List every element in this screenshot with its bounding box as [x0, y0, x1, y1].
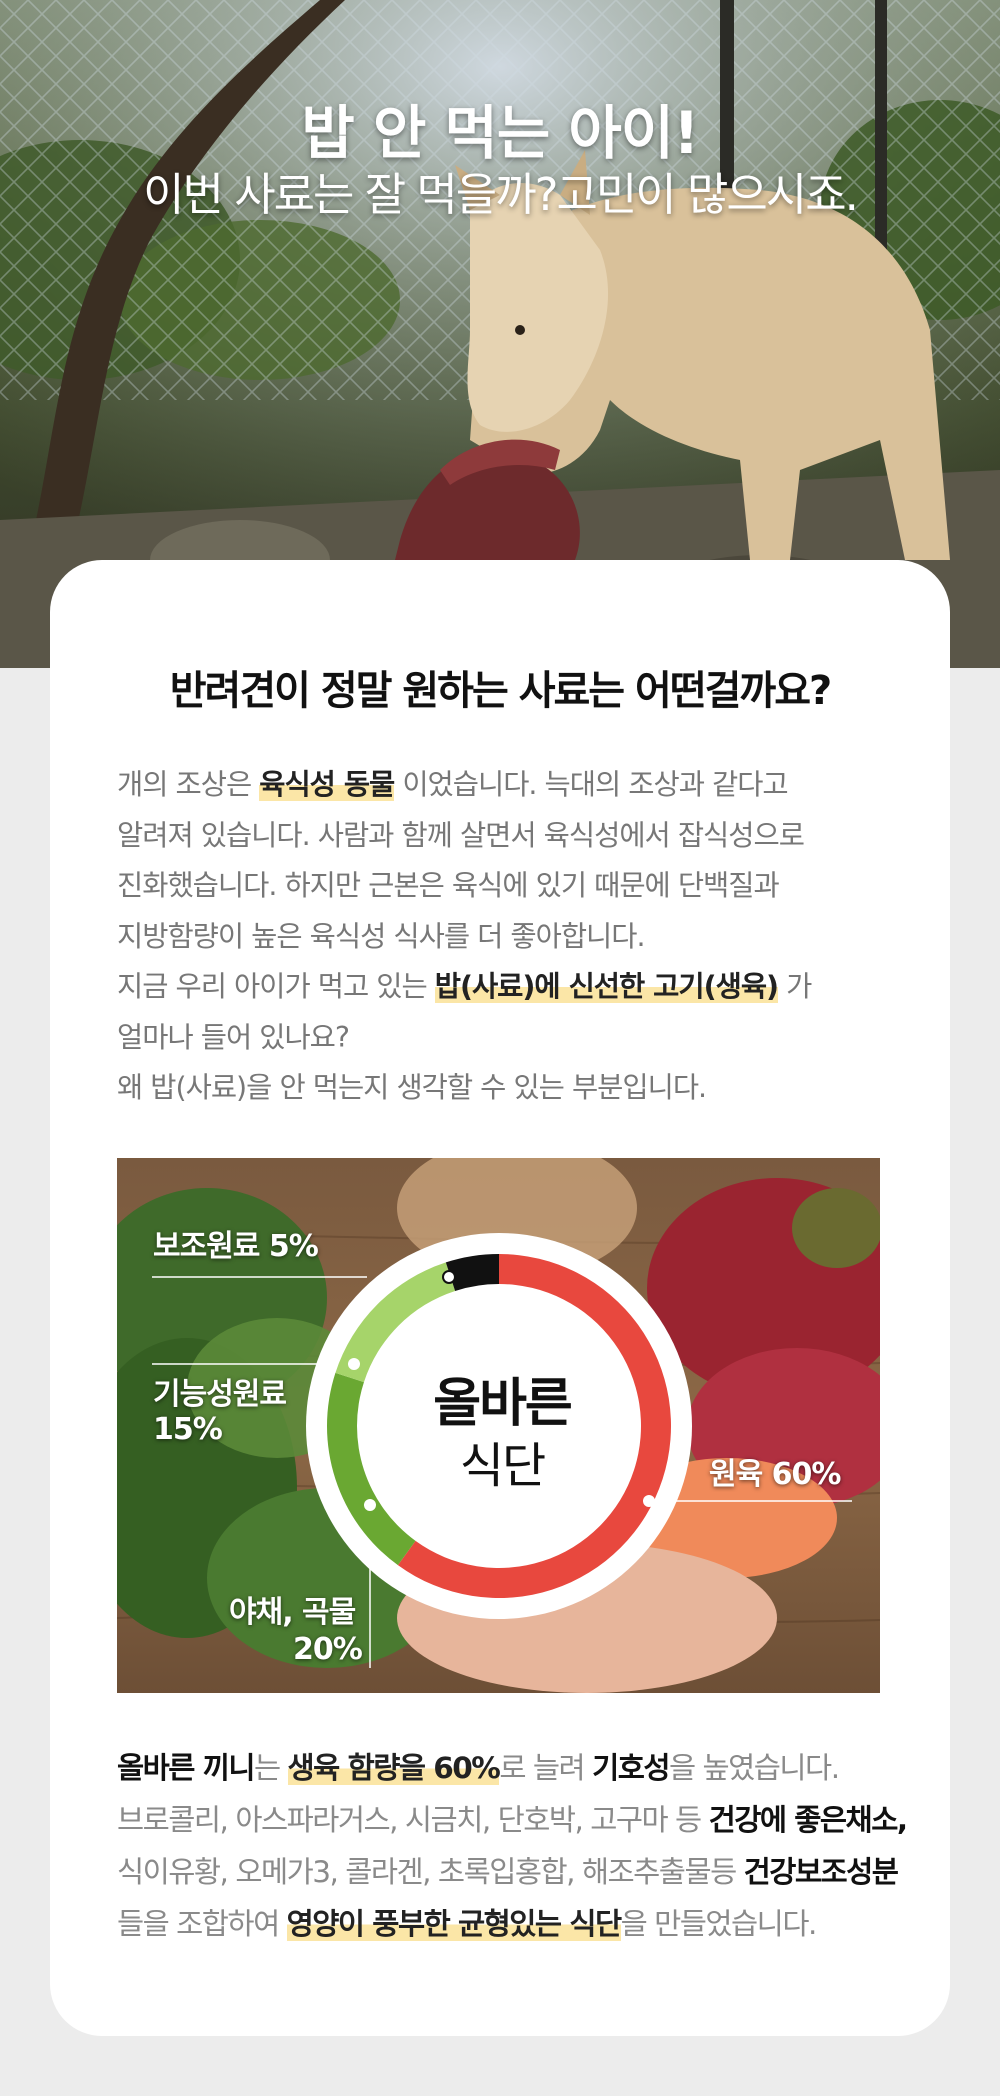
intro-paragraph: 개의 조상은 육식성 동물 이었습니다. 늑대의 조상과 같다고 알려져 있습니…: [117, 760, 907, 1114]
donut-center-line-1: 올바른: [433, 1374, 573, 1434]
outro-line: 식이유황, 오메가3, 콜라겐, 초록입홍합, 해조추출물등 건강보조성분: [117, 1846, 937, 1898]
highlight-meat-ratio: 생육 함량을 60%: [287, 1751, 501, 1785]
hero-subtitle: 이번 사료는 잘 먹을까?고민이 많으시죠.: [143, 168, 859, 221]
text: 로 늘려: [499, 1751, 593, 1785]
intro-line: 얼마나 들어 있나요?: [117, 1020, 350, 1054]
text: 지금 우리 아이가 먹고 있는: [117, 970, 435, 1003]
text: 브로콜리, 아스파라거스, 시금치, 단호박, 고구마 등: [117, 1803, 709, 1837]
highlight-fresh-meat: 밥(사료)에 신선한 고기(생육): [434, 970, 779, 1003]
outro-paragraph: 올바른 끼니는 생육 함량을 60%로 늘려 기호성을 높였습니다. 브로콜리,…: [117, 1742, 937, 1950]
highlight-carnivore: 육식성 동물: [259, 768, 395, 801]
label-functional-2: 15%: [153, 1412, 223, 1447]
label-meat: 원육 60%: [709, 1457, 841, 1492]
text: 을 높였습니다.: [668, 1751, 840, 1785]
text: 을 만들었습니다.: [620, 1907, 818, 1941]
intro-line: 진화했습니다. 하지만 근본은 육식에 있기 때문에 단백질과: [117, 869, 780, 902]
text: 가: [778, 970, 812, 1003]
bold-supplements: 건강보조성분: [743, 1855, 899, 1889]
donut-center-line-2: 식단: [459, 1438, 546, 1494]
section-heading: 반려견이 정말 원하는 사료는 어떤걸까요?: [169, 668, 833, 714]
bold-healthy-veg: 건강에 좋은채소,: [708, 1803, 908, 1837]
text: 들을 조합하여: [117, 1907, 287, 1941]
highlight-balanced-diet: 영양이 풍부한 균형있는 식단: [286, 1907, 622, 1941]
outro-line: 브로콜리, 아스파라거스, 시금치, 단호박, 고구마 등 건강에 좋은채소,: [117, 1794, 937, 1846]
text: 는: [253, 1751, 288, 1785]
intro-line: 알려져 있습니다. 사람과 함께 살면서 육식성에서 잡식성으로: [117, 818, 805, 852]
content-card: 반려견이 정말 원하는 사료는 어떤걸까요? 개의 조상은 육식성 동물 이었습…: [50, 560, 950, 2036]
bold-palatability: 기호성: [592, 1751, 670, 1785]
intro-line: 왜 밥(사료)을 안 먹는지 생각할 수 있는 부분입니다.: [117, 1071, 707, 1104]
diet-composition-diagram: 보조원료 5% 기능성원료 15% 야채, 곡물 20% 원육 60% 올바른 …: [117, 1158, 880, 1693]
label-functional-1: 기능성원료: [153, 1377, 287, 1412]
text: 개의 조상은: [117, 768, 260, 801]
label-supplement: 보조원료 5%: [153, 1229, 319, 1264]
outro-line: 올바른 끼니는 생육 함량을 60%로 늘려 기호성을 높였습니다.: [117, 1742, 937, 1794]
label-vegetable-2: 20%: [293, 1632, 363, 1667]
label-vegetable-1: 야채, 곡물: [229, 1595, 356, 1630]
intro-line: 지금 우리 아이가 먹고 있는 밥(사료)에 신선한 고기(생육) 가: [117, 962, 907, 1013]
intro-line: 개의 조상은 육식성 동물 이었습니다. 늑대의 조상과 같다고: [117, 760, 907, 811]
brand-name: 올바른 끼니: [117, 1751, 255, 1785]
text: 식이유황, 오메가3, 콜라겐, 초록입홍합, 해조추출물등: [117, 1855, 744, 1889]
text: 이었습니다. 늑대의 조상과 같다고: [394, 768, 788, 801]
outro-line: 들을 조합하여 영양이 풍부한 균형있는 식단을 만들었습니다.: [117, 1898, 937, 1950]
intro-line: 지방함량이 높은 육식성 식사를 더 좋아합니다.: [117, 919, 646, 953]
